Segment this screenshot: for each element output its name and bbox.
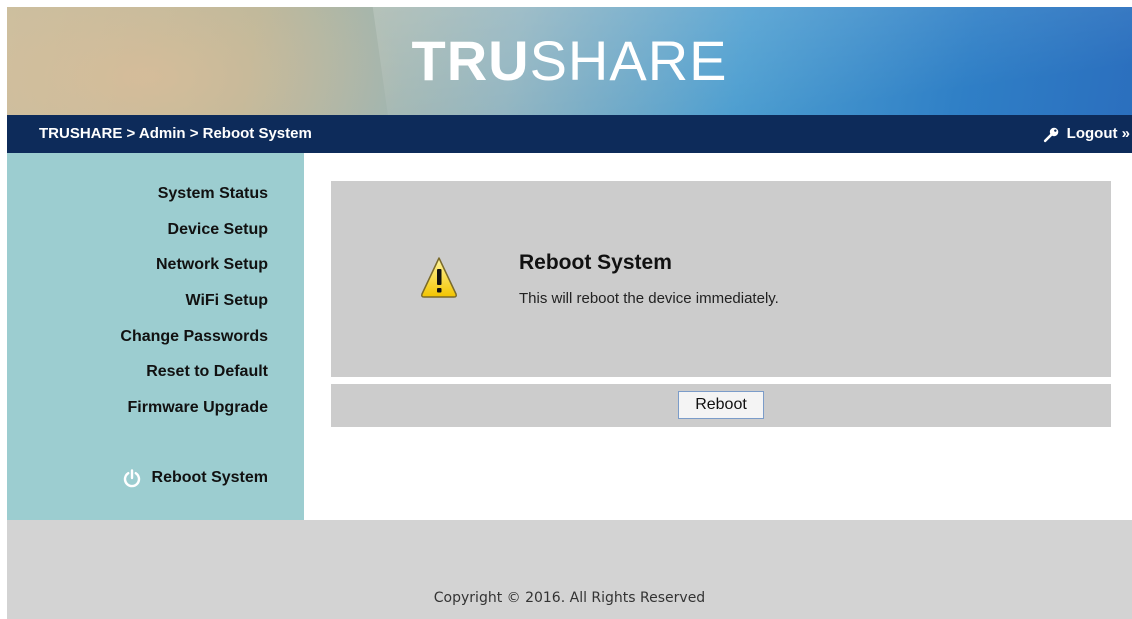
reboot-button[interactable]: Reboot [678, 391, 764, 419]
page-title: Reboot System [519, 251, 672, 274]
sidebar-item-label: Reboot System [151, 469, 268, 486]
sidebar-item-reboot-system[interactable]: Reboot System [122, 468, 268, 488]
logo-light: SHARE [529, 29, 728, 92]
top-navbar: TRUSHARE > Admin > Reboot System Logout … [7, 115, 1132, 153]
logo-bold: TRU [411, 29, 530, 92]
reboot-description: This will reboot the device immediately. [519, 290, 779, 307]
top-strip [0, 0, 1132, 7]
header-banner: TRUSHARE [7, 7, 1132, 115]
footer: Copyright © 2016. All Rights Reserved [7, 520, 1132, 619]
logout-label: Logout » [1066, 125, 1130, 142]
sidebar-item-firmware-upgrade[interactable]: Firmware Upgrade [128, 398, 268, 418]
sidebar-item-reset-to-default[interactable]: Reset to Default [146, 362, 268, 382]
sidebar-item-change-passwords[interactable]: Change Passwords [120, 327, 268, 347]
sidebar-item-wifi-setup[interactable]: WiFi Setup [185, 291, 268, 311]
copyright-text: Copyright © 2016. All Rights Reserved [433, 590, 706, 606]
sidebar-item-device-setup[interactable]: Device Setup [168, 220, 268, 240]
key-icon [1043, 127, 1058, 142]
sidebar: System Status Device Setup Network Setup… [7, 153, 304, 520]
reboot-panel: Reboot System This will reboot the devic… [331, 181, 1111, 377]
power-icon [123, 469, 140, 488]
brand-logo: TRUSHARE [7, 29, 1132, 93]
sidebar-item-network-setup[interactable]: Network Setup [156, 255, 268, 275]
logout-link[interactable]: Logout » [1043, 125, 1130, 143]
warning-icon [421, 257, 457, 298]
sidebar-item-system-status[interactable]: System Status [158, 184, 268, 204]
breadcrumb: TRUSHARE > Admin > Reboot System [39, 125, 312, 142]
button-bar: Reboot [331, 384, 1111, 427]
